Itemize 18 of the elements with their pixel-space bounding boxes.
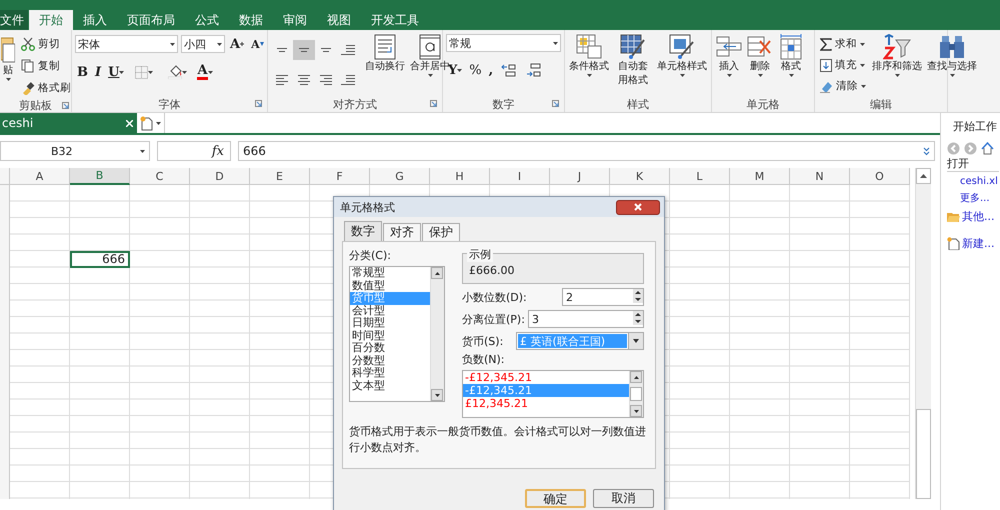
field-label: 小数位数(D): <box>462 290 527 304</box>
group-label: 示例 <box>467 247 493 262</box>
field-label: 分离位置(P): <box>462 312 525 326</box>
section-label: 打开 <box>947 156 999 172</box>
group-title: 数字 <box>492 96 514 112</box>
sample-value: £666.00 <box>469 264 514 277</box>
group-title: 字体 <box>158 96 180 112</box>
group-title: 单元格 <box>746 96 780 112</box>
group-title: 编辑 <box>870 96 892 112</box>
dialog-title: 单元格格式 <box>340 200 395 214</box>
group-title: 剪贴板 <box>19 98 52 113</box>
pane-title: 开始工作 <box>952 119 998 134</box>
field-label: 分类(C): <box>349 248 392 263</box>
description-text: 货币格式用于表示一般货币数值。会计格式可以对一列数值进行小数点对齐。 <box>349 424 647 456</box>
group-title: 样式 <box>627 96 649 112</box>
group-title: 对齐方式 <box>333 96 377 112</box>
field-label: 货币(S): <box>462 334 504 348</box>
field-label: 负数(N): <box>462 352 506 367</box>
